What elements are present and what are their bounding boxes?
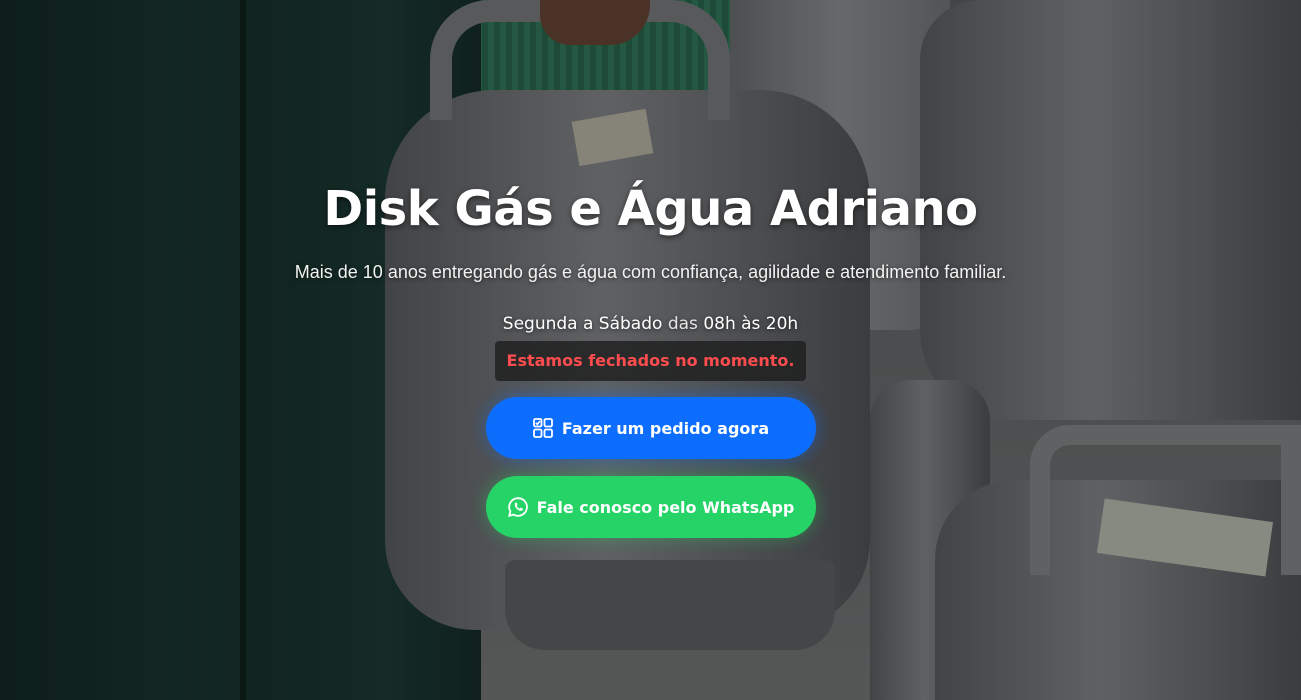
hero-content: Disk Gás e Água Adriano Mais de 10 anos … [0, 0, 1301, 700]
business-days: Segunda a Sábado [502, 314, 663, 334]
business-hours: Segunda a Sábado das 08h às 20h [503, 312, 798, 336]
order-button-label: Fazer um pedido agora [561, 418, 770, 438]
business-hours-connector: das [667, 314, 698, 334]
order-button[interactable]: Fazer um pedido agora [485, 397, 816, 459]
whatsapp-button-label: Fale conosco pelo WhatsApp [536, 497, 795, 517]
business-time: 08h às 20h [703, 314, 799, 334]
whatsapp-icon [507, 496, 529, 518]
hero-subtitle: Mais de 10 anos entregando gás e água co… [294, 262, 1007, 282]
hero-section: Disk Gás e Água Adriano Mais de 10 anos … [0, 0, 1301, 700]
whatsapp-button[interactable]: Fale conosco pelo WhatsApp [485, 476, 816, 538]
page-title: Disk Gás e Água Adriano [323, 181, 978, 237]
grid-check-icon [532, 417, 554, 439]
status-badge: Estamos fechados no momento. [494, 341, 807, 381]
